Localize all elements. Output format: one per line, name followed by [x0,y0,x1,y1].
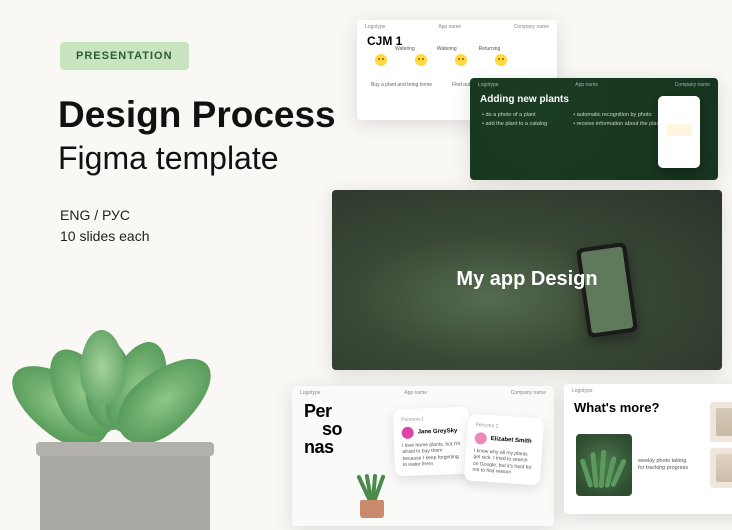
meta-slides-count: 10 slides each [60,226,150,247]
avatar-icon [401,427,413,439]
whats-more-text: weekly photo taking for tracking progres… [638,458,694,472]
persona-2-quote: I know why all my plants get sick. I tri… [472,448,534,477]
slide-logotype: Logotype [478,82,499,88]
slide-appname: App name [575,82,598,88]
emoji-icon [415,54,427,66]
persona-1-name: Jane GreySky [418,428,458,436]
persona-2-head: Persona 2 [475,422,535,432]
phone-mockup-icon [658,96,700,168]
meta-info: ENG / РУС 10 slides each [60,205,150,247]
slide-adding-plants: Logotype App name Company name Adding ne… [470,78,718,180]
slide-appname: App name [404,390,427,396]
cjm-bottom-1: Buy a plant and bring home [371,82,432,88]
slide-whats-more: Logotype Company name What's more? weekl… [564,384,732,514]
succulent-decoration [0,300,240,530]
small-plant-icon [352,462,392,518]
cjm-step-2: Watering [437,46,457,52]
cjm-step-3: Returning [479,46,501,52]
persona-1-head: Persona 1 [401,415,461,423]
emoji-icon [455,54,467,66]
persona-2-name: Elizabet Smith [490,436,531,445]
thumbnail-2 [710,448,732,488]
avatar-icon [474,432,487,445]
slide-company: Company name [511,390,546,396]
whats-more-title: What's more? [574,400,732,415]
persona-card-2: Persona 2 Elizabet Smith I know why all … [464,413,544,485]
slides-collage: Logotype App name Company name CJM 1 Wat… [302,0,732,530]
adding-list-left-2: • add the plant to a catalog [482,120,547,129]
adding-list-left-1: • do a photo of a plant [482,111,547,120]
slide-logotype: Logotype [365,24,386,30]
slide-logotype: Logotype [572,388,593,394]
slide-logotype: Logotype [300,390,321,396]
presentation-badge: PRESENTATION [60,42,189,70]
main-title: Design Process [58,95,336,136]
persona-1-quote: I love home plants, but I'm afraid to bu… [402,441,463,468]
slide-personas: Logotype App name Company name Per so na… [292,386,554,526]
myapp-title: My app Design [332,268,722,291]
persona-card-1: Persona 1 Jane GreySky I love home plant… [393,407,471,477]
spiky-plant-icon [576,434,632,496]
slide-company: Company name [514,24,549,30]
slide-company: Company name [675,82,710,88]
slide-appname: App name [438,24,461,30]
main-subtitle: Figma template [58,140,279,177]
emoji-icon [375,54,387,66]
thumbnail-1 [710,402,732,442]
cjm-step-1: Watering [395,46,415,52]
emoji-icon [495,54,507,66]
slide-myapp-design: Logotype App name Company name My app De… [332,190,722,370]
meta-languages: ENG / РУС [60,205,150,226]
